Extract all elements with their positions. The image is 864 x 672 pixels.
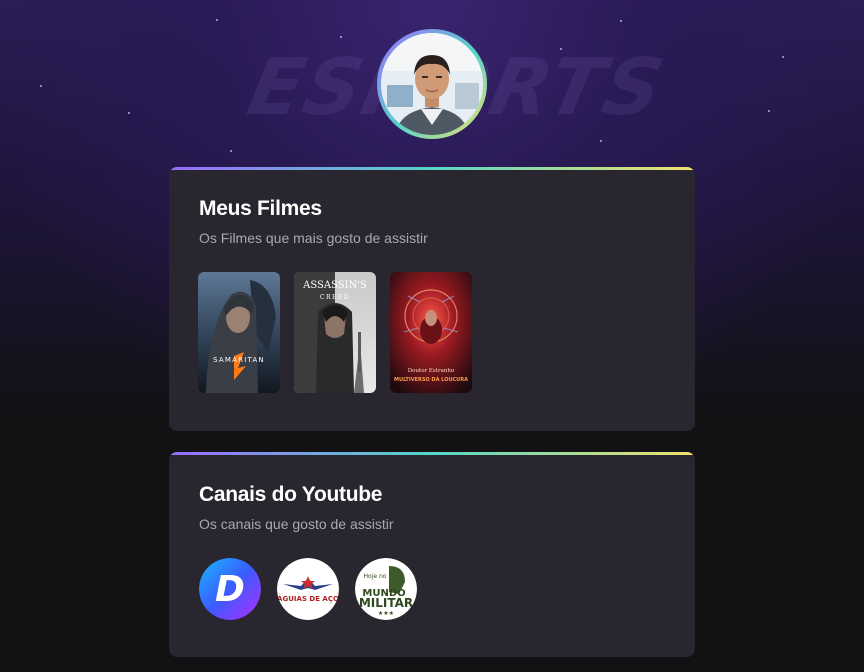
movies-title: Meus Filmes [199,197,322,220]
star-decoration [600,140,602,142]
channel-name: ÁGUIAS DE AÇO [277,594,339,603]
star-decoration [620,20,622,22]
poster-title: ASSASSIN'S [302,280,367,291]
profile-avatar[interactable] [377,29,487,139]
channel-text-bottom: MILITAR [359,596,413,610]
avatar-photo [381,33,483,135]
star-decoration [340,36,342,38]
movie-poster-assassins-creed[interactable]: ASSASSIN'S CREED [294,272,376,393]
star-decoration [230,150,232,152]
channel-logo-d[interactable]: D [199,558,261,620]
youtube-subtitle: Os canais que gosto de assistir [199,516,394,532]
star-decoration [216,19,218,21]
star-decoration [40,85,42,87]
star-decoration [782,56,784,58]
star-decoration [128,112,130,114]
youtube-title: Canais do Youtube [199,483,383,506]
star-decoration [768,110,770,112]
channel-logo-mundo-militar[interactable]: Hoje no MUNDO MILITAR ★★★ [355,558,417,620]
poster-title: SAMARITAN [213,356,265,364]
poster-title: Doutor Estranho [408,368,455,374]
channel-logo-aguias-de-aco[interactable]: ÁGUIAS DE AÇO [277,558,339,620]
channel-text-top: Hoje no [364,573,387,580]
star-decoration [560,48,562,50]
channel-stars-icon: ★★★ [378,610,394,617]
channel-letter: D [215,569,245,610]
poster-subtitle: MULTIVERSO DA LOUCURA [394,377,468,383]
movie-poster-samaritan[interactable]: SAMARITAN [198,272,280,393]
poster-subtitle: CREED [320,294,350,301]
movies-card: Meus Filmes Os Filmes que mais gosto de … [169,167,695,431]
movie-poster-doutor-estranho[interactable]: Doutor Estranho MULTIVERSO DA LOUCURA [390,272,472,393]
youtube-card: Canais do Youtube Os canais que gosto de… [169,452,695,657]
movies-subtitle: Os Filmes que mais gosto de assistir [199,230,428,246]
